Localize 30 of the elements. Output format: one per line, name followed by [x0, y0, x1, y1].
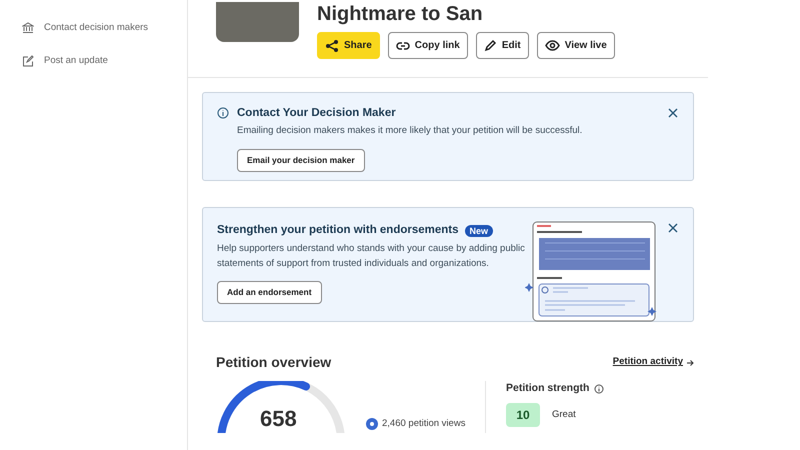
activity-link[interactable]: Petition activity	[612, 355, 694, 370]
share-icon	[325, 38, 339, 52]
close-button[interactable]	[667, 222, 679, 234]
section-title: Petition overview	[216, 353, 332, 372]
arrow-icon	[686, 358, 694, 366]
new-badge: New	[464, 224, 494, 237]
action-button[interactable]: View live	[536, 32, 615, 59]
card-title: Contact Your Decision Maker	[237, 106, 397, 121]
action-button[interactable]: Copy link	[388, 32, 468, 59]
info-icon	[217, 107, 229, 119]
card-text: Help supporters understand who stands with your cause by adding public statements of support from trusted individuals and organizations.	[217, 242, 526, 272]
sidebar-item[interactable]: Post an update	[22, 51, 187, 72]
strength-title: Petition strength	[506, 381, 590, 396]
card-text: Emailing decision makers makes it more likely that your petition will be successful.	[237, 124, 582, 138]
email-button[interactable]: Email your decision maker	[237, 148, 365, 172]
signature-count: 658	[260, 407, 297, 431]
strength-score: 10	[506, 402, 540, 427]
share-button[interactable]: Share	[317, 32, 380, 59]
strength-rating: Great	[552, 408, 576, 422]
action-button[interactable]: Edit	[476, 32, 529, 59]
bank-icon	[22, 22, 34, 34]
views-count: 2,460 petition views	[382, 416, 466, 431]
petition-title: Nightmare to San	[317, 2, 484, 26]
pencil-icon	[484, 39, 497, 52]
sidebar-item[interactable]: Contact decision makers	[22, 18, 187, 38]
card-title: Strengthen your petition with endorsements	[217, 223, 459, 238]
endorsement-button[interactable]: Add an endorsement	[217, 281, 322, 304]
close-button[interactable]	[667, 107, 679, 119]
edit-icon	[22, 55, 34, 68]
info-icon	[594, 384, 604, 394]
